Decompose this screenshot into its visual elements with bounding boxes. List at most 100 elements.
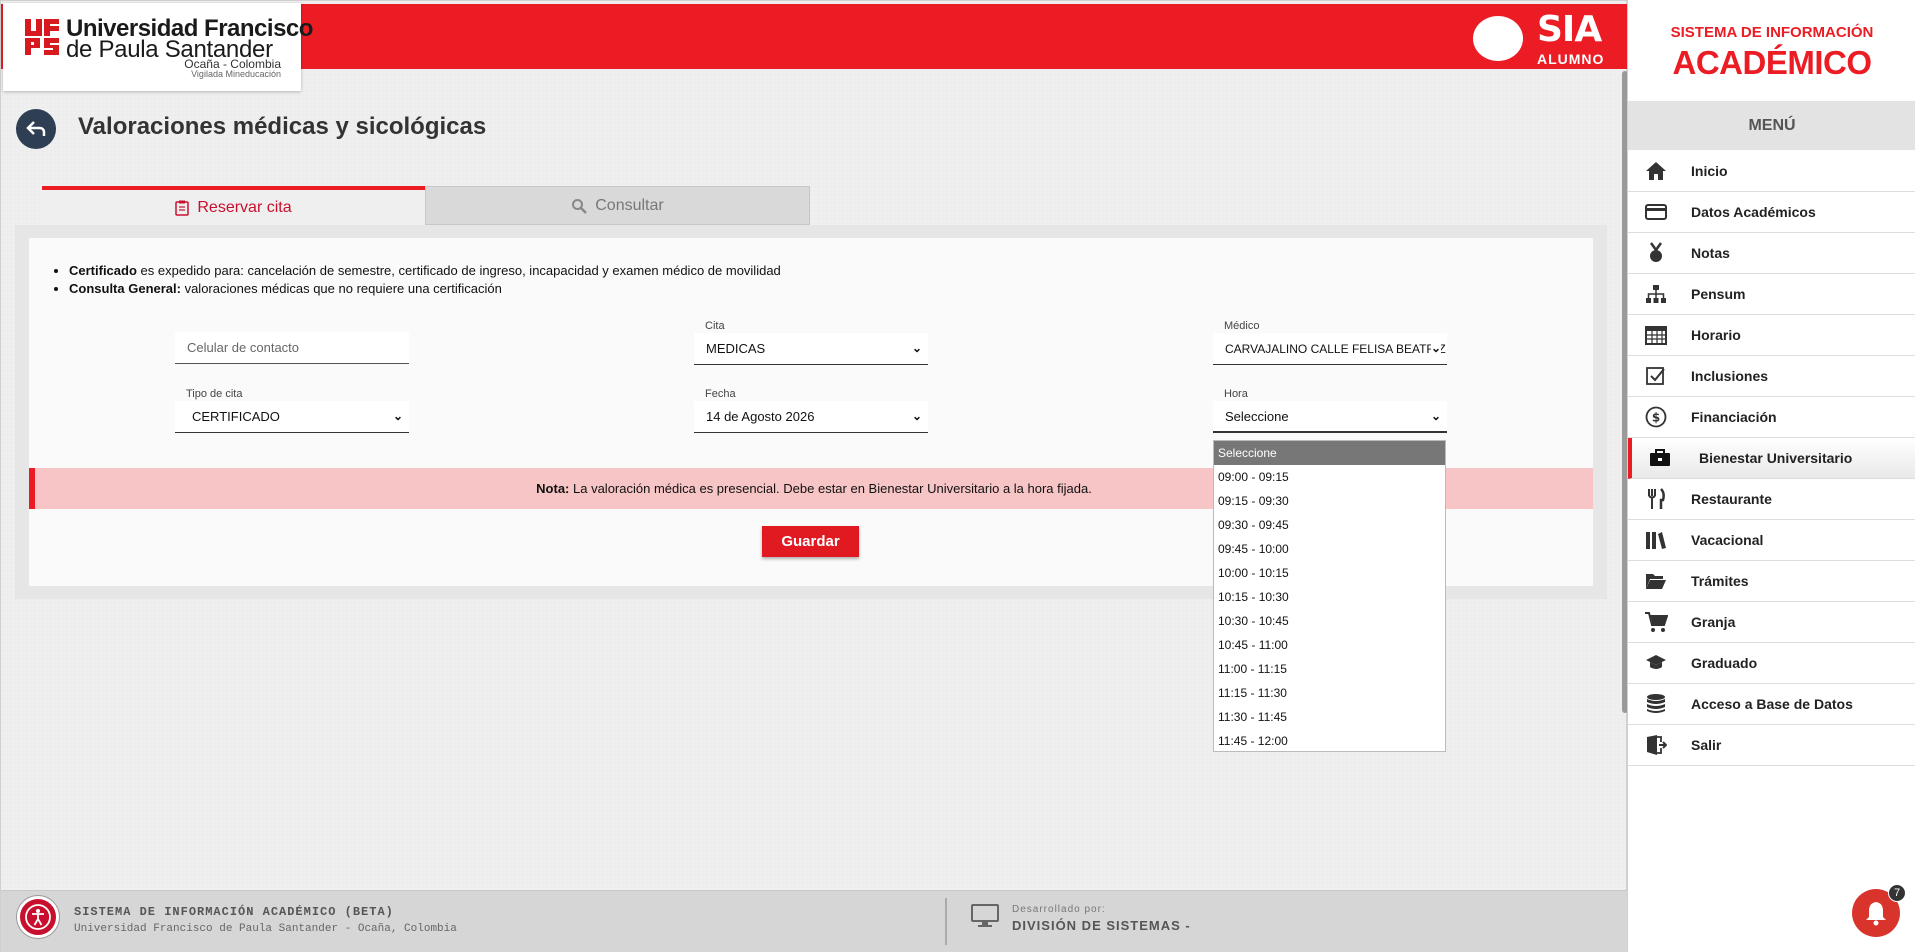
folder-open-icon (1644, 569, 1668, 593)
sidebar-item-label: Graduado (1691, 655, 1758, 671)
footer-system-name: SISTEMA DE INFORMACIÓN ACADÉMICO (BETA) (74, 905, 394, 919)
hora-label: Hora (1224, 388, 1248, 400)
hora-option[interactable]: 09:00 - 09:15 (1214, 465, 1445, 489)
sign-out-icon (1644, 733, 1668, 757)
sidebar-item-label: Bienestar Universitario (1699, 450, 1853, 466)
books-icon (1644, 528, 1668, 552)
sidebar-item-graduado[interactable]: Graduado (1628, 643, 1915, 684)
cita-select[interactable]: MEDICAS ⌄ (694, 333, 928, 365)
footer-divider (945, 898, 947, 945)
monitor-icon (971, 904, 999, 927)
search-icon (572, 198, 588, 214)
database-icon (1644, 692, 1668, 716)
medal-icon (1644, 241, 1668, 265)
sidebar-heading-large: ACADÉMICO (1672, 44, 1873, 81)
sidebar-item-pensum[interactable]: Pensum (1628, 274, 1915, 315)
chevron-down-icon: ⌄ (911, 341, 922, 355)
hora-dropdown-list[interactable]: Seleccione 09:00 - 09:15 09:15 - 09:30 0… (1213, 440, 1446, 752)
medico-value: CARVAJALINO CALLE FELISA BEATRIZ (1225, 341, 1446, 356)
fecha-label: Fecha (705, 388, 736, 400)
sidebar-item-granja[interactable]: Granja (1628, 602, 1915, 643)
hora-option[interactable]: 10:30 - 10:45 (1214, 609, 1445, 633)
chevron-down-icon: ⌄ (1430, 409, 1441, 423)
svg-text:$: $ (1652, 411, 1660, 425)
tipo-cita-select[interactable]: CERTIFICADO ⌄ (175, 401, 409, 433)
tipo-cita-value: CERTIFICADO (192, 409, 280, 424)
briefcase-icon (1648, 446, 1672, 470)
back-arrow-icon (26, 121, 46, 136)
sidebar: SISTEMA DE INFORMACIÓN ACADÉMICO MENÚ In… (1627, 0, 1915, 952)
hora-option[interactable]: 11:30 - 11:45 (1214, 705, 1445, 729)
calendar-icon (1644, 323, 1668, 347)
footer-university: Universidad Francisco de Paula Santander… (74, 923, 457, 935)
accessibility-button[interactable] (17, 896, 59, 938)
university-logo[interactable]: Universidad Francisco de Paula Santander… (3, 3, 313, 91)
clipboard-icon (175, 200, 190, 216)
footer (1, 890, 1628, 952)
sidebar-item-label: Financiación (1691, 409, 1777, 425)
sidebar-item-label: Notas (1691, 245, 1730, 261)
note-consulta-general: Consulta General: valoraciones médicas q… (69, 281, 781, 296)
sidebar-item-horario[interactable]: Horario (1628, 315, 1915, 356)
sidebar-item-label: Datos Académicos (1691, 204, 1816, 220)
sidebar-item-acceso-base-datos[interactable]: Acceso a Base de Datos (1628, 684, 1915, 725)
medico-select[interactable]: CARVAJALINO CALLE FELISA BEATRIZ ⌄ (1213, 333, 1447, 365)
cart-icon (1644, 610, 1668, 634)
guardar-button[interactable]: Guardar (762, 526, 859, 557)
sidebar-item-label: Acceso a Base de Datos (1691, 696, 1853, 712)
sidebar-item-label: Horario (1691, 327, 1741, 343)
celular-input[interactable]: Celular de contacto (175, 332, 409, 364)
dollar-icon: $ (1644, 405, 1668, 429)
hora-option[interactable]: 10:00 - 10:15 (1214, 561, 1445, 585)
cita-value: MEDICAS (706, 341, 766, 356)
back-button[interactable] (16, 109, 56, 149)
sidebar-item-notas[interactable]: Notas (1628, 233, 1915, 274)
sidebar-item-salir[interactable]: Salir (1628, 725, 1915, 766)
sia-logo-circle (1473, 16, 1523, 61)
celular-placeholder: Celular de contacto (187, 340, 300, 355)
hora-option[interactable]: 10:45 - 11:00 (1214, 633, 1445, 657)
info-notes: Certificado es expedido para: cancelació… (69, 263, 781, 299)
sidebar-item-tramites[interactable]: Trámites (1628, 561, 1915, 602)
hora-option[interactable]: 09:15 - 09:30 (1214, 489, 1445, 513)
hora-option[interactable]: 09:45 - 10:00 (1214, 537, 1445, 561)
hora-option[interactable]: 11:15 - 11:30 (1214, 681, 1445, 705)
notification-count-badge: 7 (1888, 884, 1906, 902)
chevron-down-icon: ⌄ (911, 409, 922, 423)
sidebar-item-label: Salir (1691, 737, 1722, 753)
bell-icon (1866, 902, 1886, 926)
fecha-value: 14 de Agosto 2026 (706, 409, 815, 424)
logo-vigilada: Vigilada Mineducación (191, 69, 281, 79)
hora-select[interactable]: Seleccione ⌄ (1213, 401, 1447, 433)
hora-option[interactable]: 11:00 - 11:15 (1214, 657, 1445, 681)
hora-option[interactable]: 09:30 - 09:45 (1214, 513, 1445, 537)
chevron-down-icon: ⌄ (392, 409, 403, 423)
menu-title: MENÚ (1628, 101, 1915, 150)
sidebar-item-label: Restaurante (1691, 491, 1772, 507)
tab-consultar-label: Consultar (595, 196, 664, 214)
tab-reservar-cita[interactable]: Reservar cita (42, 186, 425, 225)
checkbox-icon (1644, 364, 1668, 388)
fecha-select[interactable]: 14 de Agosto 2026 ⌄ (694, 401, 928, 433)
hora-option[interactable]: 10:15 - 10:30 (1214, 585, 1445, 609)
hora-option[interactable]: Seleccione (1214, 441, 1445, 465)
sidebar-item-inicio[interactable]: Inicio (1628, 151, 1915, 192)
sidebar-item-inclusiones[interactable]: Inclusiones (1628, 356, 1915, 397)
sia-title: SIA (1537, 9, 1602, 50)
ufps-logo-mark (23, 17, 61, 57)
sidebar-item-label: Vacacional (1691, 532, 1764, 548)
sidebar-item-bienestar-universitario[interactable]: Bienestar Universitario (1628, 438, 1915, 479)
tab-consultar[interactable]: Consultar (425, 186, 810, 225)
sidebar-item-restaurante[interactable]: Restaurante (1628, 479, 1915, 520)
sidebar-item-vacacional[interactable]: Vacacional (1628, 520, 1915, 561)
sidebar-item-financiacion[interactable]: $ Financiación (1628, 397, 1915, 438)
sidebar-item-datos-academicos[interactable]: Datos Académicos (1628, 192, 1915, 233)
sitemap-icon (1644, 282, 1668, 306)
footer-dev-label: Desarrollado por: (1012, 904, 1106, 915)
sidebar-item-label: Inclusiones (1691, 368, 1769, 384)
hora-option[interactable]: 11:45 - 12:00 (1214, 729, 1445, 753)
hora-value: Seleccione (1225, 408, 1289, 424)
tab-reservar-label: Reservar cita (197, 198, 292, 216)
sidebar-item-label: Trámites (1691, 573, 1749, 589)
sidebar-item-label: Inicio (1691, 163, 1728, 179)
